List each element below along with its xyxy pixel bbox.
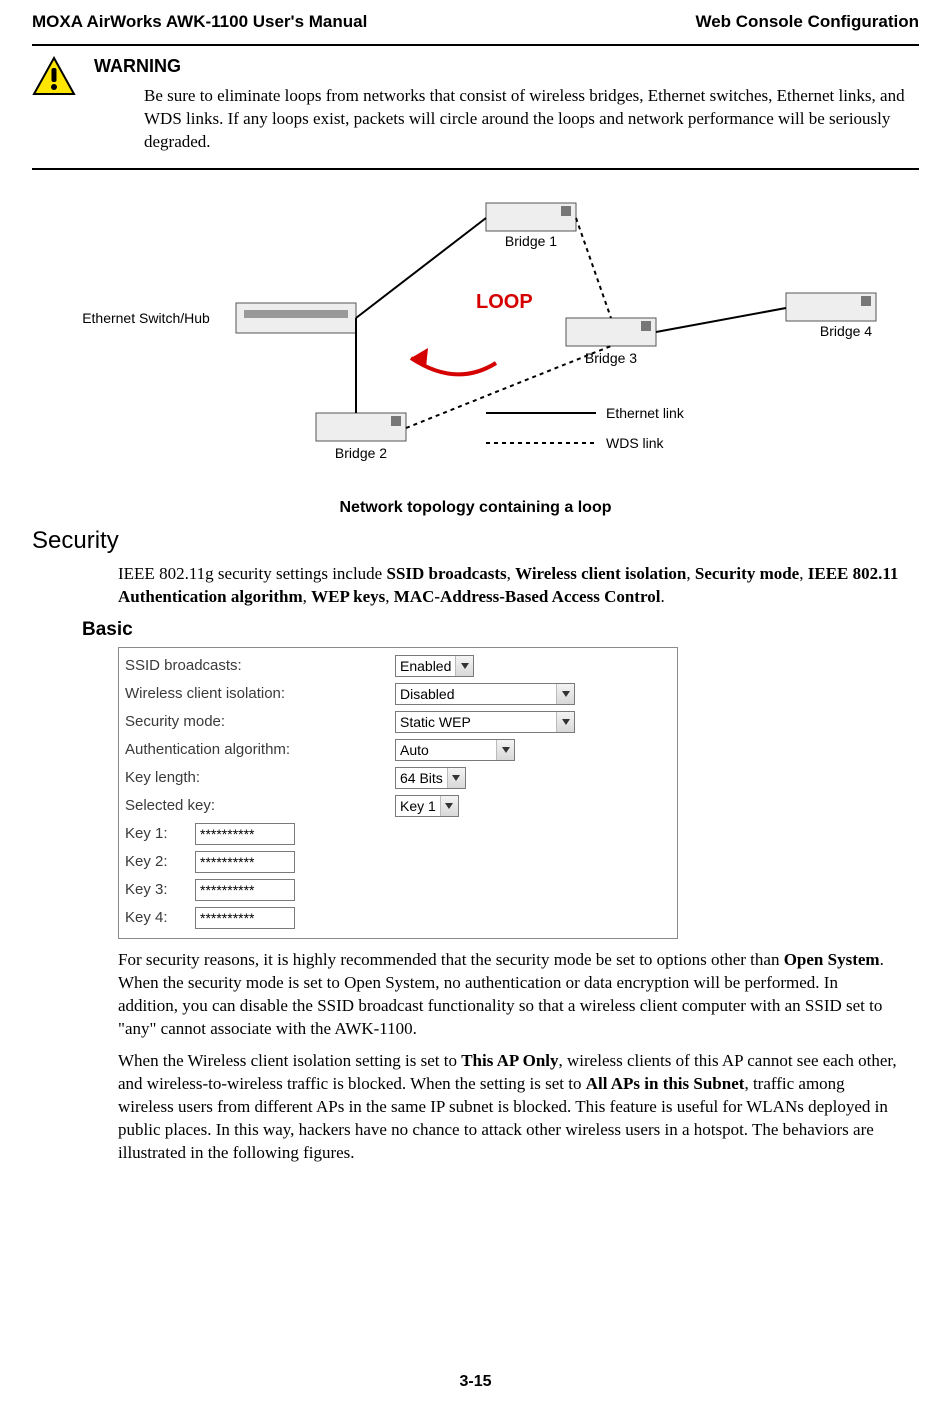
selected-key-select[interactable]: Key 1 [395,795,459,817]
chevron-down-icon [455,656,473,676]
ssid-broadcasts-label: SSID broadcasts: [125,657,395,674]
key-length-label: Key length: [125,769,395,786]
diagram-label-bridge2: Bridge 2 [334,445,386,461]
key1-input[interactable]: ********** [195,823,295,845]
client-isolation-label: Wireless client isolation: [125,685,395,702]
key4-label: Key 4: [125,909,195,926]
diagram-label-wdslink: WDS link [606,435,665,451]
header-right: Web Console Configuration [695,12,919,32]
key2-label: Key 2: [125,853,195,870]
chevron-down-icon [556,684,574,704]
warning-text: Be sure to eliminate loops from networks… [144,85,909,154]
key3-label: Key 3: [125,881,195,898]
diagram-label-switch: Ethernet Switch/Hub [82,310,210,326]
auth-algo-select[interactable]: Auto [395,739,515,761]
warning-icon [32,56,76,96]
key-length-select[interactable]: 64 Bits [395,767,466,789]
diagram-label-bridge4: Bridge 4 [819,323,871,339]
network-loop-diagram: Ethernet Switch/Hub Bridge 1 Bridge 2 Br… [32,188,919,517]
warning-box: WARNING Be sure to eliminate loops from … [32,44,919,170]
chevron-down-icon [496,740,514,760]
basic-para-1: For security reasons, it is highly recom… [118,949,901,1041]
diagram-label-loop: LOOP [476,291,533,313]
auth-algo-label: Authentication algorithm: [125,741,395,758]
chevron-down-icon [556,712,574,732]
chevron-down-icon [440,796,458,816]
key1-label: Key 1: [125,825,195,842]
basic-heading: Basic [82,619,919,641]
warning-title: WARNING [94,56,909,77]
diagram-caption: Network topology containing a loop [32,499,919,517]
selected-key-label: Selected key: [125,797,395,814]
diagram-label-bridge1: Bridge 1 [504,233,556,249]
chevron-down-icon [447,768,465,788]
key3-input[interactable]: ********** [195,879,295,901]
security-mode-label: Security mode: [125,713,395,730]
header-left: MOXA AirWorks AWK-1100 User's Manual [32,12,367,32]
basic-para-2: When the Wireless client isolation setti… [118,1050,901,1165]
security-mode-select[interactable]: Static WEP [395,711,575,733]
security-intro: IEEE 802.11g security settings include S… [118,563,901,609]
security-heading: Security [32,527,919,555]
ssid-broadcasts-select[interactable]: Enabled [395,655,474,677]
key4-input[interactable]: ********** [195,907,295,929]
client-isolation-select[interactable]: Disabled [395,683,575,705]
page-number: 3-15 [0,1373,951,1391]
diagram-label-ethlink: Ethernet link [606,405,685,421]
key2-input[interactable]: ********** [195,851,295,873]
basic-form-screenshot: SSID broadcasts: Enabled Wireless client… [118,647,678,939]
